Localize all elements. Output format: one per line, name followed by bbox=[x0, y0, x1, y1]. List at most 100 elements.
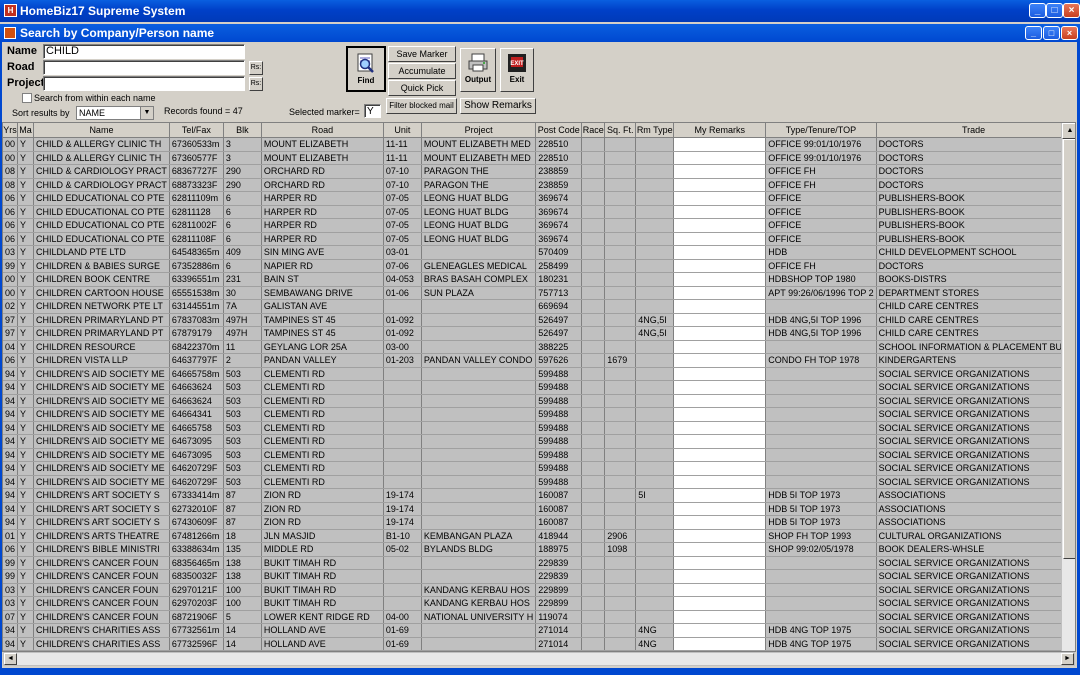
search-within-checkbox[interactable] bbox=[22, 93, 32, 103]
table-row[interactable]: 06 Y CHILDREN VISTA LLP 64637797F 2 PANDAN VA… bbox=[3, 353, 1072, 368]
column-header[interactable]: Ma bbox=[17, 123, 35, 138]
selected-marker-input[interactable]: Y bbox=[364, 104, 381, 118]
table-row[interactable]: 03 Y CHILDREN'S CANCER FOUN 62970203F 100 BUK… bbox=[3, 596, 1072, 611]
table-row[interactable]: 02 Y CHILDREN NETWORK PTE LT 63144551m 7A GAL… bbox=[3, 299, 1072, 314]
table-cell: SOCIAL SERVICE ORGANIZATIONS bbox=[876, 623, 1072, 638]
table-row[interactable]: 03 Y CHILDREN'S CANCER FOUN 62970121F 100 BUK… bbox=[3, 583, 1072, 597]
column-header[interactable]: Tel/Fax bbox=[169, 123, 224, 138]
column-header[interactable]: Road bbox=[261, 123, 384, 138]
table-cell bbox=[421, 299, 537, 314]
column-header[interactable]: Name bbox=[33, 123, 170, 138]
road-input[interactable] bbox=[43, 60, 245, 75]
table-row[interactable]: 08 Y CHILD & CARDIOLOGY PRACT 68367727F 290 O… bbox=[3, 164, 1072, 179]
table-row[interactable]: 97 Y CHILDREN PRIMARYLAND PT 67879179 497H TA… bbox=[3, 326, 1072, 341]
table-cell: 67732596F bbox=[169, 637, 224, 651]
column-header[interactable]: Post Code bbox=[535, 123, 583, 138]
table-row[interactable]: 94 Y CHILDREN'S AID SOCIETY ME 64673095 503 C… bbox=[3, 434, 1072, 449]
table-cell bbox=[581, 299, 606, 314]
vertical-scrollbar[interactable]: ▲ bbox=[1061, 123, 1075, 651]
maximize-icon[interactable]: □ bbox=[1046, 3, 1063, 18]
table-row[interactable]: 00 Y CHILD & ALLERGY CLINIC TH 67360577F 3 MO… bbox=[3, 151, 1072, 165]
table-row[interactable]: 99 Y CHILDREN'S CANCER FOUN 68350032F 138 BUK… bbox=[3, 569, 1072, 584]
table-row[interactable]: 00 Y CHILD & ALLERGY CLINIC TH 67360533m 3 MO… bbox=[3, 137, 1072, 152]
table-row[interactable]: 06 Y CHILDREN'S BIBLE MINISTRI 63388634m 135… bbox=[3, 542, 1072, 557]
show-remarks-button[interactable]: Show Remarks bbox=[460, 98, 536, 114]
table-row[interactable]: 94 Y CHILDREN'S CHARITIES ASS 67732596F 14 HO… bbox=[3, 637, 1072, 651]
table-row[interactable]: 00 Y CHILDREN CARTOON HOUSE 65551538m 30 SEMB… bbox=[3, 286, 1072, 300]
table-row[interactable]: 99 Y CHILDREN'S CANCER FOUN 68356465m 138 BUK… bbox=[3, 556, 1072, 570]
road-reset-button[interactable]: Rs: bbox=[249, 61, 263, 75]
table-row[interactable]: 94 Y CHILDREN'S AID SOCIETY ME 64665758m 503… bbox=[3, 367, 1072, 381]
accumulate-button[interactable]: Accumulate bbox=[388, 63, 456, 79]
table-row[interactable]: 94 Y CHILDREN'S CHARITIES ASS 67732561m 14 HO… bbox=[3, 623, 1072, 638]
table-row[interactable]: 07 Y CHILDREN'S CANCER FOUN 68721906F 5 LOWER… bbox=[3, 610, 1072, 624]
table-cell: CLEMENTI RD bbox=[261, 407, 384, 422]
table-cell: 62970121F bbox=[169, 583, 224, 597]
table-row[interactable]: 03 Y CHILDLAND PTE LTD 64548365m 409 SIN MING… bbox=[3, 245, 1072, 260]
column-header[interactable]: Blk bbox=[223, 123, 262, 138]
table-row[interactable]: 08 Y CHILD & CARDIOLOGY PRACT 68873323F 290 O… bbox=[3, 178, 1072, 192]
table-cell: 100 bbox=[223, 583, 262, 597]
scroll-right-icon[interactable]: ► bbox=[1061, 653, 1074, 665]
column-header[interactable]: My Remarks bbox=[673, 123, 767, 138]
child-maximize-icon[interactable]: □ bbox=[1043, 26, 1060, 40]
table-cell: 07-05 bbox=[383, 205, 422, 219]
scroll-up-icon[interactable]: ▲ bbox=[1062, 123, 1075, 139]
output-button[interactable]: Output bbox=[460, 48, 496, 92]
quick-pick-button[interactable]: Quick Pick bbox=[388, 80, 456, 96]
table-row[interactable]: 94 Y CHILDREN'S ART SOCIETY S 67430609F 87 ZI… bbox=[3, 515, 1072, 530]
column-header[interactable]: Race bbox=[581, 123, 606, 138]
child-close-icon[interactable]: × bbox=[1061, 26, 1078, 40]
table-row[interactable]: 06 Y CHILD EDUCATIONAL CO PTE 62811109m 6 HAR… bbox=[3, 191, 1072, 206]
project-input[interactable] bbox=[43, 76, 245, 91]
table-row[interactable]: 97 Y CHILDREN PRIMARYLAND PT 67837083m 497H T… bbox=[3, 313, 1072, 327]
table-row[interactable]: 94 Y CHILDREN'S ART SOCIETY S 67333414m 87 ZI… bbox=[3, 488, 1072, 503]
table-cell bbox=[581, 313, 606, 327]
table-row[interactable]: 94 Y CHILDREN'S ART SOCIETY S 62732010F 87 ZI… bbox=[3, 502, 1072, 516]
minimize-icon[interactable]: _ bbox=[1029, 3, 1046, 18]
column-header[interactable]: Yrs bbox=[3, 123, 18, 138]
project-reset-button[interactable]: Rs: bbox=[249, 77, 263, 91]
name-input[interactable]: CHILD bbox=[43, 44, 245, 59]
find-button[interactable]: Find bbox=[346, 46, 386, 92]
scroll-thumb[interactable] bbox=[1063, 139, 1075, 559]
table-row[interactable]: 94 Y CHILDREN'S AID SOCIETY ME 64663624 503 C… bbox=[3, 380, 1072, 395]
scroll-left-icon[interactable]: ◄ bbox=[4, 653, 17, 665]
column-header[interactable]: Rm Type bbox=[635, 123, 675, 138]
save-marker-button[interactable]: Save Marker bbox=[388, 46, 456, 62]
table-row[interactable]: 94 Y CHILDREN'S AID SOCIETY ME 64665758 503 C… bbox=[3, 421, 1072, 435]
chevron-down-icon[interactable]: ▼ bbox=[140, 107, 153, 119]
table-cell bbox=[673, 299, 767, 314]
table-row[interactable]: 94 Y CHILDREN'S AID SOCIETY ME 64673095 503 C… bbox=[3, 448, 1072, 462]
table-row[interactable]: 94 Y CHILDREN'S AID SOCIETY ME 64663624 503 C… bbox=[3, 394, 1072, 408]
exit-button[interactable]: EXIT Exit bbox=[500, 48, 534, 92]
table-row[interactable]: 06 Y CHILD EDUCATIONAL CO PTE 62811108F 6 HAR… bbox=[3, 232, 1072, 246]
table-row[interactable]: 00 Y CHILDREN BOOK CENTRE 63396551m 231 BAIN … bbox=[3, 272, 1072, 287]
table-cell: SCHOOL INFORMATION & PLACEMENT BUR bbox=[876, 340, 1072, 354]
table-cell: 68422370m bbox=[169, 340, 224, 354]
table-row[interactable]: 99 Y CHILDREN & BABIES SURGE 67352886m 6 NAPI… bbox=[3, 259, 1072, 273]
horizontal-scrollbar[interactable]: ◄ ► bbox=[3, 652, 1075, 666]
table-row[interactable]: 04 Y CHILDREN RESOURCE 68422370m 11 GEYLANG L… bbox=[3, 340, 1072, 354]
table-row[interactable]: 94 Y CHILDREN'S AID SOCIETY ME 64620729F 503… bbox=[3, 461, 1072, 476]
table-row[interactable]: 06 Y CHILD EDUCATIONAL CO PTE 62811128 6 HARP… bbox=[3, 205, 1072, 219]
table-row[interactable]: 01 Y CHILDREN'S ARTS THEATRE 67481266m 18 JLN… bbox=[3, 529, 1072, 543]
table-cell: ZION RD bbox=[261, 488, 384, 503]
results-table: Yrs Ma Name Tel/Fax Blk Road Unit Project Post C… bbox=[3, 123, 1072, 651]
close-icon[interactable]: × bbox=[1063, 3, 1080, 18]
child-minimize-icon[interactable]: _ bbox=[1025, 26, 1042, 40]
sort-select[interactable]: NAME ▼ bbox=[76, 106, 154, 120]
column-header[interactable]: Unit bbox=[383, 123, 422, 138]
table-row[interactable]: 94 Y CHILDREN'S AID SOCIETY ME 64664341 503 C… bbox=[3, 407, 1072, 422]
column-header[interactable]: Sq. Ft. bbox=[604, 123, 637, 138]
table-cell: 68721906F bbox=[169, 610, 224, 624]
table-cell: Y bbox=[17, 596, 35, 611]
filter-blocked-mail-button[interactable]: Filter blocked mail bbox=[386, 98, 457, 114]
column-header[interactable]: Project bbox=[421, 123, 537, 138]
table-row[interactable]: 06 Y CHILD EDUCATIONAL CO PTE 62811002F 6 HAR… bbox=[3, 218, 1072, 233]
column-header[interactable]: Trade bbox=[876, 123, 1072, 138]
table-cell bbox=[421, 448, 537, 462]
column-header[interactable]: Type/Tenure/TOP bbox=[765, 123, 877, 138]
results-grid[interactable]: Yrs Ma Name Tel/Fax Blk Road Unit Project Post C… bbox=[2, 122, 1076, 652]
table-row[interactable]: 94 Y CHILDREN'S AID SOCIETY ME 64620729F 503… bbox=[3, 475, 1072, 489]
